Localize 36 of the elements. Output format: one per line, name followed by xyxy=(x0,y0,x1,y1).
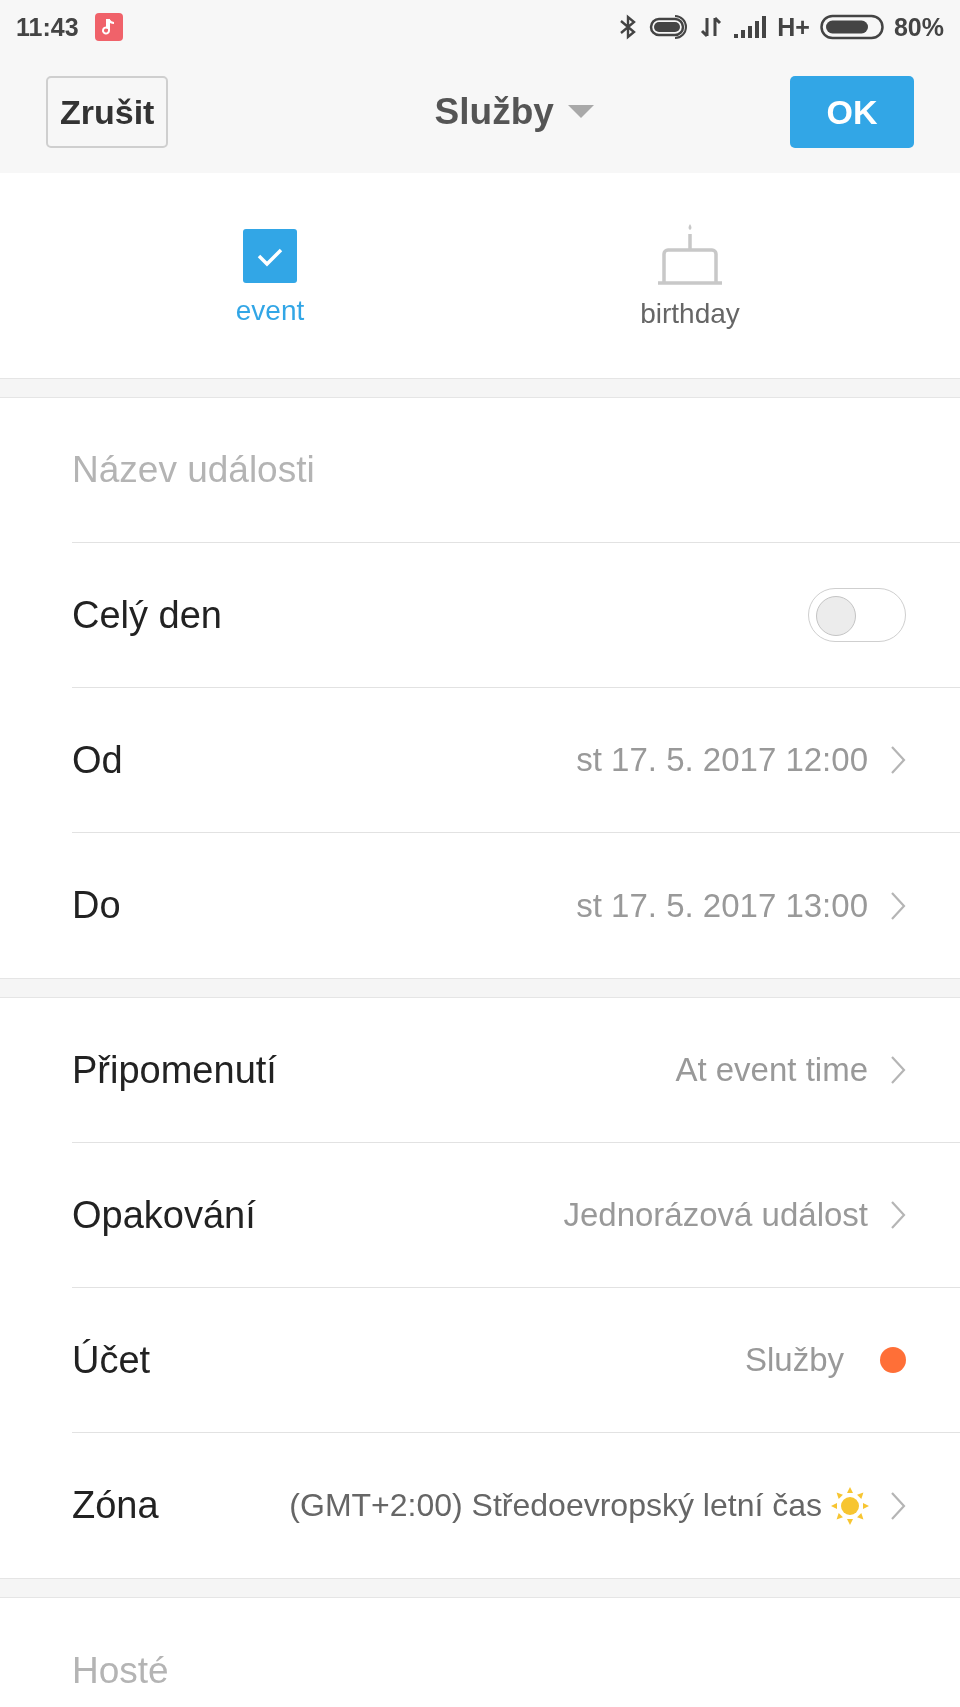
row-value[interactable]: At event time xyxy=(675,1051,868,1089)
signal-icon xyxy=(733,15,768,39)
chevron-right-icon[interactable] xyxy=(890,1200,906,1230)
row-label: Účet xyxy=(72,1338,151,1382)
row-value[interactable]: st 17. 5. 2017 12:00 xyxy=(576,741,868,779)
cancel-button[interactable]: Zrušit xyxy=(46,76,169,148)
dropdown-caret-icon[interactable] xyxy=(567,105,594,119)
row-label: Zóna xyxy=(72,1484,159,1527)
toggle-status-icon xyxy=(649,14,690,40)
row-label: Do xyxy=(72,884,121,927)
text-field[interactable]: Hosté xyxy=(72,1649,906,1692)
row-label: Připomenutí xyxy=(72,1048,277,1092)
row-label: Od xyxy=(72,738,123,782)
sun-icon xyxy=(830,1485,870,1526)
text-field[interactable]: Název události xyxy=(72,449,906,491)
toggle-switch[interactable] xyxy=(808,588,906,642)
ok-button[interactable]: OK xyxy=(790,76,914,148)
clock-time: 11:43 xyxy=(16,12,79,42)
chevron-right-icon[interactable] xyxy=(890,745,906,775)
battery-percent: 80% xyxy=(893,12,944,42)
chevron-right-icon[interactable] xyxy=(890,1055,906,1085)
row-value[interactable]: Služby xyxy=(744,1341,844,1379)
network-type: H+ xyxy=(777,12,810,42)
type-option[interactable]: birthday xyxy=(580,221,800,330)
battery-icon xyxy=(819,14,884,40)
row-label: Opakování xyxy=(72,1193,256,1237)
row-value[interactable]: Jednorázová událost xyxy=(563,1196,868,1234)
row-value[interactable]: st 17. 5. 2017 13:00 xyxy=(576,886,868,925)
row-value[interactable]: (GMT+2:00) Středoevropský letní čas xyxy=(289,1487,822,1524)
row-label: Celý den xyxy=(72,593,222,637)
calendar-title[interactable]: Služby xyxy=(434,91,554,133)
data-transfer-icon xyxy=(699,14,724,40)
music-app-icon xyxy=(94,13,123,41)
chevron-right-icon[interactable] xyxy=(890,890,906,921)
type-option[interactable]: event xyxy=(160,224,380,327)
chevron-right-icon[interactable] xyxy=(890,1490,906,1521)
